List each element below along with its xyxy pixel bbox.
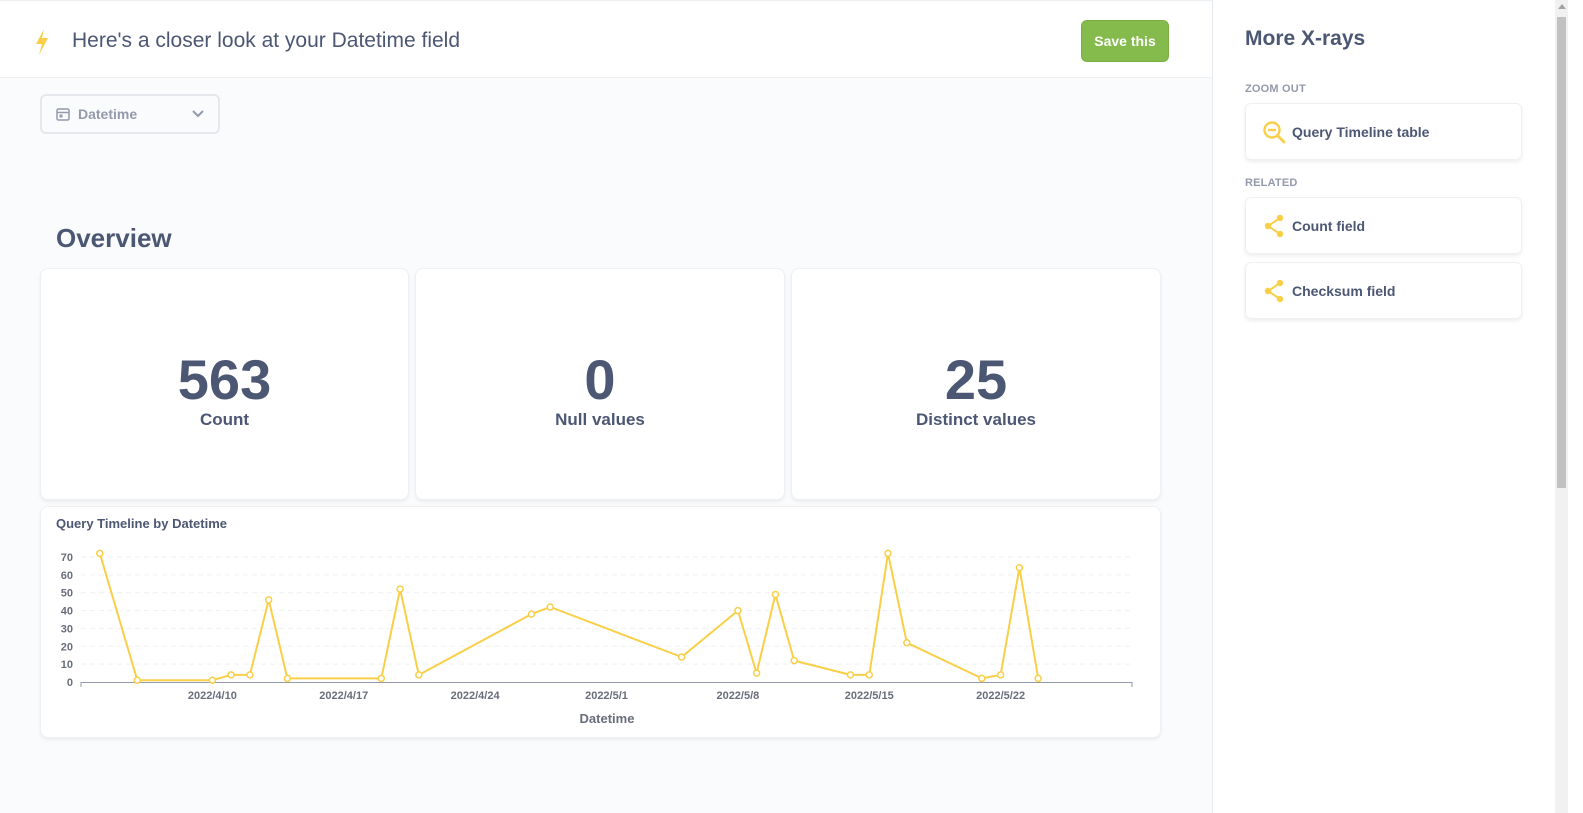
related-item-label: Checksum field bbox=[1292, 282, 1396, 299]
data-point bbox=[546, 603, 554, 611]
lightning-bolt-icon bbox=[36, 29, 48, 55]
x-tick-label: 2022/5/1 bbox=[585, 690, 628, 702]
y-tick-label: 60 bbox=[61, 570, 73, 582]
page-header: Here's a closer look at your Datetime fi… bbox=[0, 2, 1212, 78]
distinct-values-card: 25 Distinct values bbox=[791, 268, 1161, 500]
zoom-out-item-label: Query Timeline table bbox=[1292, 123, 1430, 140]
y-tick-label: 70 bbox=[61, 552, 73, 564]
count-label: Count bbox=[199, 410, 250, 429]
scrollbar-thumb[interactable] bbox=[1557, 17, 1566, 488]
y-tick-label: 0 bbox=[67, 677, 73, 689]
y-tick-label: 50 bbox=[61, 588, 73, 600]
field-selector-dropdown[interactable]: Datetime bbox=[40, 94, 220, 134]
line-chart: 0 10 20 30 40 50 60 70 2022/4/10 2022/4/17 2022/4/… bbox=[61, 549, 1133, 726]
data-point bbox=[246, 671, 254, 679]
data-point bbox=[264, 596, 273, 604]
x-tick-label: 2022/5/22 bbox=[976, 690, 1025, 702]
share-icon bbox=[1264, 279, 1284, 302]
data-point bbox=[865, 671, 873, 679]
save-button[interactable]: Save this bbox=[1081, 20, 1169, 62]
data-point bbox=[790, 656, 798, 665]
scroll-up-arrow-icon[interactable] bbox=[1558, 4, 1566, 9]
page-edge bbox=[1568, 0, 1583, 813]
overview-heading: Overview bbox=[56, 223, 172, 253]
x-tick-label: 2022/5/15 bbox=[845, 690, 894, 702]
sidebar-title: More X-rays bbox=[1245, 27, 1366, 50]
data-point bbox=[208, 676, 217, 684]
xray-sidebar: More X-rays ZOOM OUT Query Timeline tabl… bbox=[1212, 0, 1555, 813]
data-point bbox=[396, 585, 404, 593]
data-point bbox=[415, 671, 423, 679]
distinct-values-value: 25 bbox=[944, 348, 1008, 411]
data-point bbox=[978, 674, 986, 683]
y-tick-label: 20 bbox=[61, 641, 73, 653]
timeline-chart-card: Query Timeline by Datetime 0 10 20 30 40 50 60… bbox=[40, 506, 1161, 738]
data-point bbox=[283, 674, 292, 683]
data-point bbox=[377, 674, 386, 683]
data-point bbox=[227, 671, 235, 679]
y-tick-label: 10 bbox=[61, 659, 73, 671]
zoom-out-section-label: ZOOM OUT bbox=[1245, 83, 1306, 95]
y-tick-label: 40 bbox=[61, 606, 73, 618]
data-point bbox=[884, 549, 892, 558]
data-point bbox=[677, 653, 686, 661]
x-axis-label: Datetime bbox=[580, 711, 635, 726]
x-tick-label: 2022/4/17 bbox=[319, 690, 368, 702]
data-point bbox=[752, 669, 761, 677]
related-item-checksum-field[interactable]: Checksum field bbox=[1245, 262, 1522, 319]
data-point bbox=[1034, 674, 1042, 683]
chevron-down-icon bbox=[192, 110, 204, 118]
series-line bbox=[98, 552, 1040, 682]
count-card: 563 Count bbox=[40, 268, 409, 500]
zoom-out-icon bbox=[1263, 120, 1286, 143]
data-point bbox=[846, 671, 855, 679]
data-point bbox=[96, 549, 104, 558]
distinct-values-label: Distinct values bbox=[916, 410, 1036, 429]
null-values-label: Null values bbox=[555, 410, 645, 429]
related-section-label: RELATED bbox=[1245, 177, 1298, 189]
y-tick-label: 30 bbox=[61, 623, 73, 635]
related-item-count-field[interactable]: Count field bbox=[1245, 197, 1522, 254]
page-title: Here's a closer look at your Datetime fi… bbox=[72, 29, 461, 52]
x-tick-label: 2022/4/24 bbox=[451, 690, 501, 702]
data-point bbox=[996, 671, 1005, 679]
data-point bbox=[133, 676, 142, 684]
calendar-icon bbox=[56, 108, 70, 121]
data-point bbox=[1015, 563, 1024, 572]
x-tick-label: 2022/4/10 bbox=[188, 690, 237, 702]
related-item-label: Count field bbox=[1292, 217, 1366, 234]
zoom-out-item-query-timeline[interactable]: Query Timeline table bbox=[1245, 103, 1522, 160]
x-tick-label: 2022/5/8 bbox=[716, 690, 759, 702]
main-content: Here's a closer look at your Datetime fi… bbox=[0, 0, 1212, 813]
null-values-value: 0 bbox=[584, 348, 616, 411]
null-values-card: 0 Null values bbox=[415, 268, 785, 500]
count-value: 563 bbox=[177, 348, 272, 411]
field-selector-value: Datetime bbox=[78, 106, 138, 122]
share-icon bbox=[1264, 214, 1284, 237]
data-point bbox=[527, 610, 536, 618]
data-point bbox=[734, 606, 742, 615]
data-point bbox=[771, 590, 780, 599]
data-point bbox=[903, 638, 911, 647]
